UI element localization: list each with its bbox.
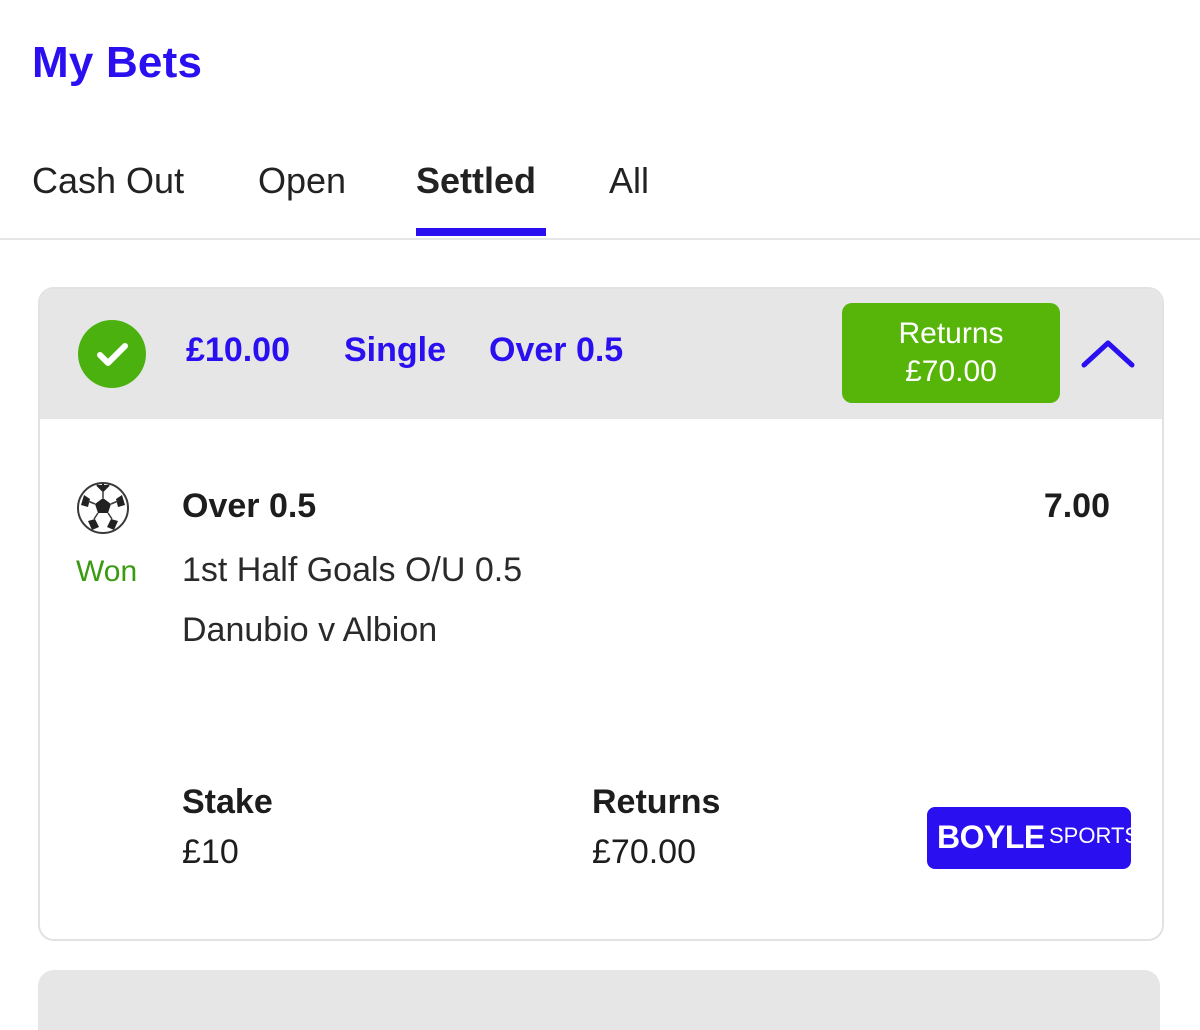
tab-open[interactable]: Open: [258, 160, 346, 202]
returns-value: £70.00: [592, 833, 696, 871]
stake-value: £10: [182, 833, 239, 871]
soccer-ball-icon: [76, 481, 130, 535]
bet-status: Won: [76, 555, 138, 588]
header-stake: £10.00: [186, 331, 290, 369]
brand-sub: SPORTS: [1049, 823, 1140, 848]
tab-cash-out[interactable]: Cash Out: [32, 160, 184, 202]
header-selection: Over 0.5: [489, 331, 624, 369]
stake-label: Stake: [182, 783, 273, 821]
bet-card: £10.00 Single Over 0.5 Returns £70.00 Wo…: [38, 287, 1164, 941]
returns-button-label: Returns: [898, 317, 1004, 350]
selection-odds: 7.00: [1043, 487, 1110, 525]
header-bet-type: Single: [344, 331, 447, 369]
tab-settled[interactable]: Settled: [416, 160, 536, 202]
bet-tabs: Cash Out Open Settled All: [0, 150, 1200, 240]
market-name: 1st Half Goals O/U 0.5: [182, 551, 523, 589]
tab-all[interactable]: All: [609, 160, 649, 202]
brand-main: BOYLE: [937, 819, 1045, 855]
returns-label: Returns: [592, 783, 721, 821]
next-bet-card[interactable]: [38, 970, 1160, 1030]
check-circle-icon: [78, 320, 146, 388]
bet-card-header[interactable]: £10.00 Single Over 0.5 Returns £70.00: [40, 289, 1162, 419]
selection-title: Over 0.5: [182, 487, 317, 525]
returns-button-value: £70.00: [905, 355, 997, 388]
event-name: Danubio v Albion: [182, 611, 438, 649]
returns-button[interactable]: Returns £70.00: [842, 303, 1060, 403]
chevron-up-icon[interactable]: [1080, 333, 1136, 373]
active-tab-indicator: [416, 228, 546, 236]
boylesports-logo: BOYLE SPORTS: [927, 807, 1139, 869]
page-title: My Bets: [32, 38, 203, 87]
